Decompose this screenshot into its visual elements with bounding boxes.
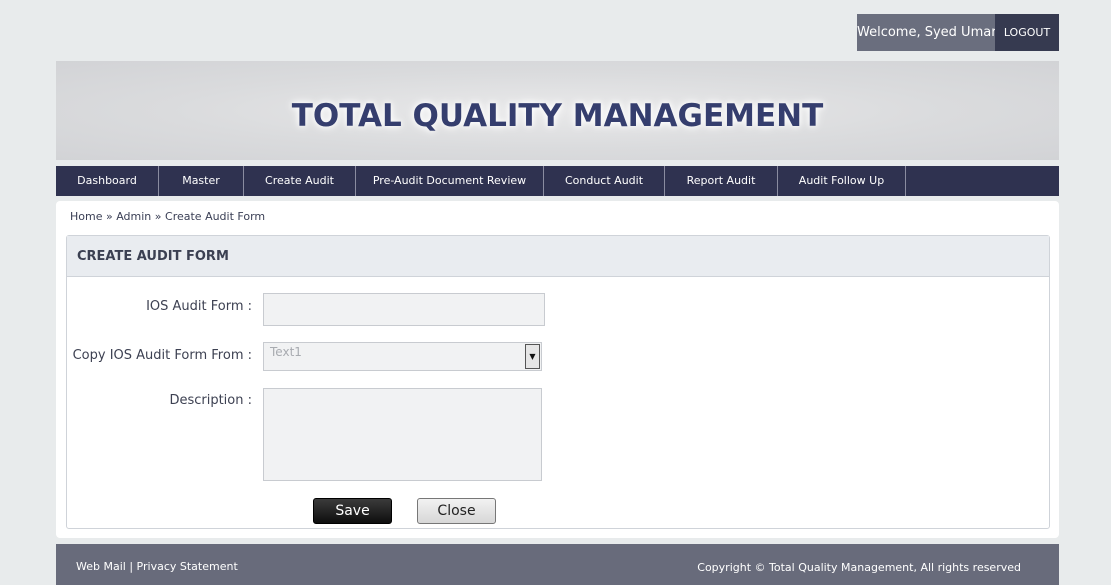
privacy-statement-link[interactable]: Privacy Statement [137, 560, 238, 573]
nav-item-conduct-audit[interactable]: Conduct Audit [544, 166, 665, 196]
footer-links: Web Mail | Privacy Statement [76, 560, 238, 573]
breadcrumb-separator: » [154, 210, 162, 223]
breadcrumb-home[interactable]: Home [70, 210, 102, 223]
nav-item-create-audit[interactable]: Create Audit [244, 166, 356, 196]
header-banner: TOTAL QUALITY MANAGEMENT [56, 61, 1059, 160]
form-heading: CREATE AUDIT FORM [67, 236, 1049, 277]
nav-item-dashboard[interactable]: Dashboard [56, 166, 159, 196]
footer: Web Mail | Privacy Statement Copyright ©… [56, 544, 1059, 585]
breadcrumb: Home » Admin » Create Audit Form [70, 210, 265, 223]
save-button[interactable]: Save [313, 498, 392, 524]
description-textarea[interactable] [263, 388, 542, 481]
web-mail-link[interactable]: Web Mail [76, 560, 126, 573]
main-content: Home » Admin » Create Audit Form CREATE … [56, 201, 1059, 538]
nav-item-audit-follow-up[interactable]: Audit Follow Up [778, 166, 906, 196]
dropdown-arrow-button[interactable]: ▼ [525, 344, 540, 369]
ios-audit-form-input[interactable] [263, 293, 545, 326]
footer-separator: | [129, 560, 134, 573]
breadcrumb-current: Create Audit Form [165, 210, 266, 223]
create-audit-form-panel: CREATE AUDIT FORM IOS Audit Form : Copy … [66, 235, 1050, 529]
chevron-down-icon: ▼ [529, 352, 536, 361]
copy-audit-form-selected: Text1 [270, 345, 302, 359]
welcome-text: Welcome, Syed Umar [857, 14, 997, 51]
close-button[interactable]: Close [417, 498, 496, 524]
logout-button[interactable]: LOGOUT [995, 14, 1059, 51]
copy-audit-form-select[interactable]: Text1 ▼ [263, 342, 542, 371]
breadcrumb-separator: » [105, 210, 113, 223]
main-nav: Dashboard Master Create Audit Pre-Audit … [56, 166, 1059, 196]
nav-item-report-audit[interactable]: Report Audit [665, 166, 778, 196]
nav-item-master[interactable]: Master [159, 166, 244, 196]
description-label: Description : [169, 393, 252, 408]
breadcrumb-admin[interactable]: Admin [116, 210, 151, 223]
ios-audit-form-label: IOS Audit Form : [146, 299, 252, 314]
site-title: TOTAL QUALITY MANAGEMENT [291, 97, 824, 134]
user-bar: Welcome, Syed Umar LOGOUT [857, 14, 1059, 51]
copyright-text: Copyright © Total Quality Management, Al… [697, 561, 1021, 574]
copy-audit-form-label: Copy IOS Audit Form From : [72, 348, 252, 363]
nav-item-pre-audit-document-review[interactable]: Pre-Audit Document Review [356, 166, 544, 196]
